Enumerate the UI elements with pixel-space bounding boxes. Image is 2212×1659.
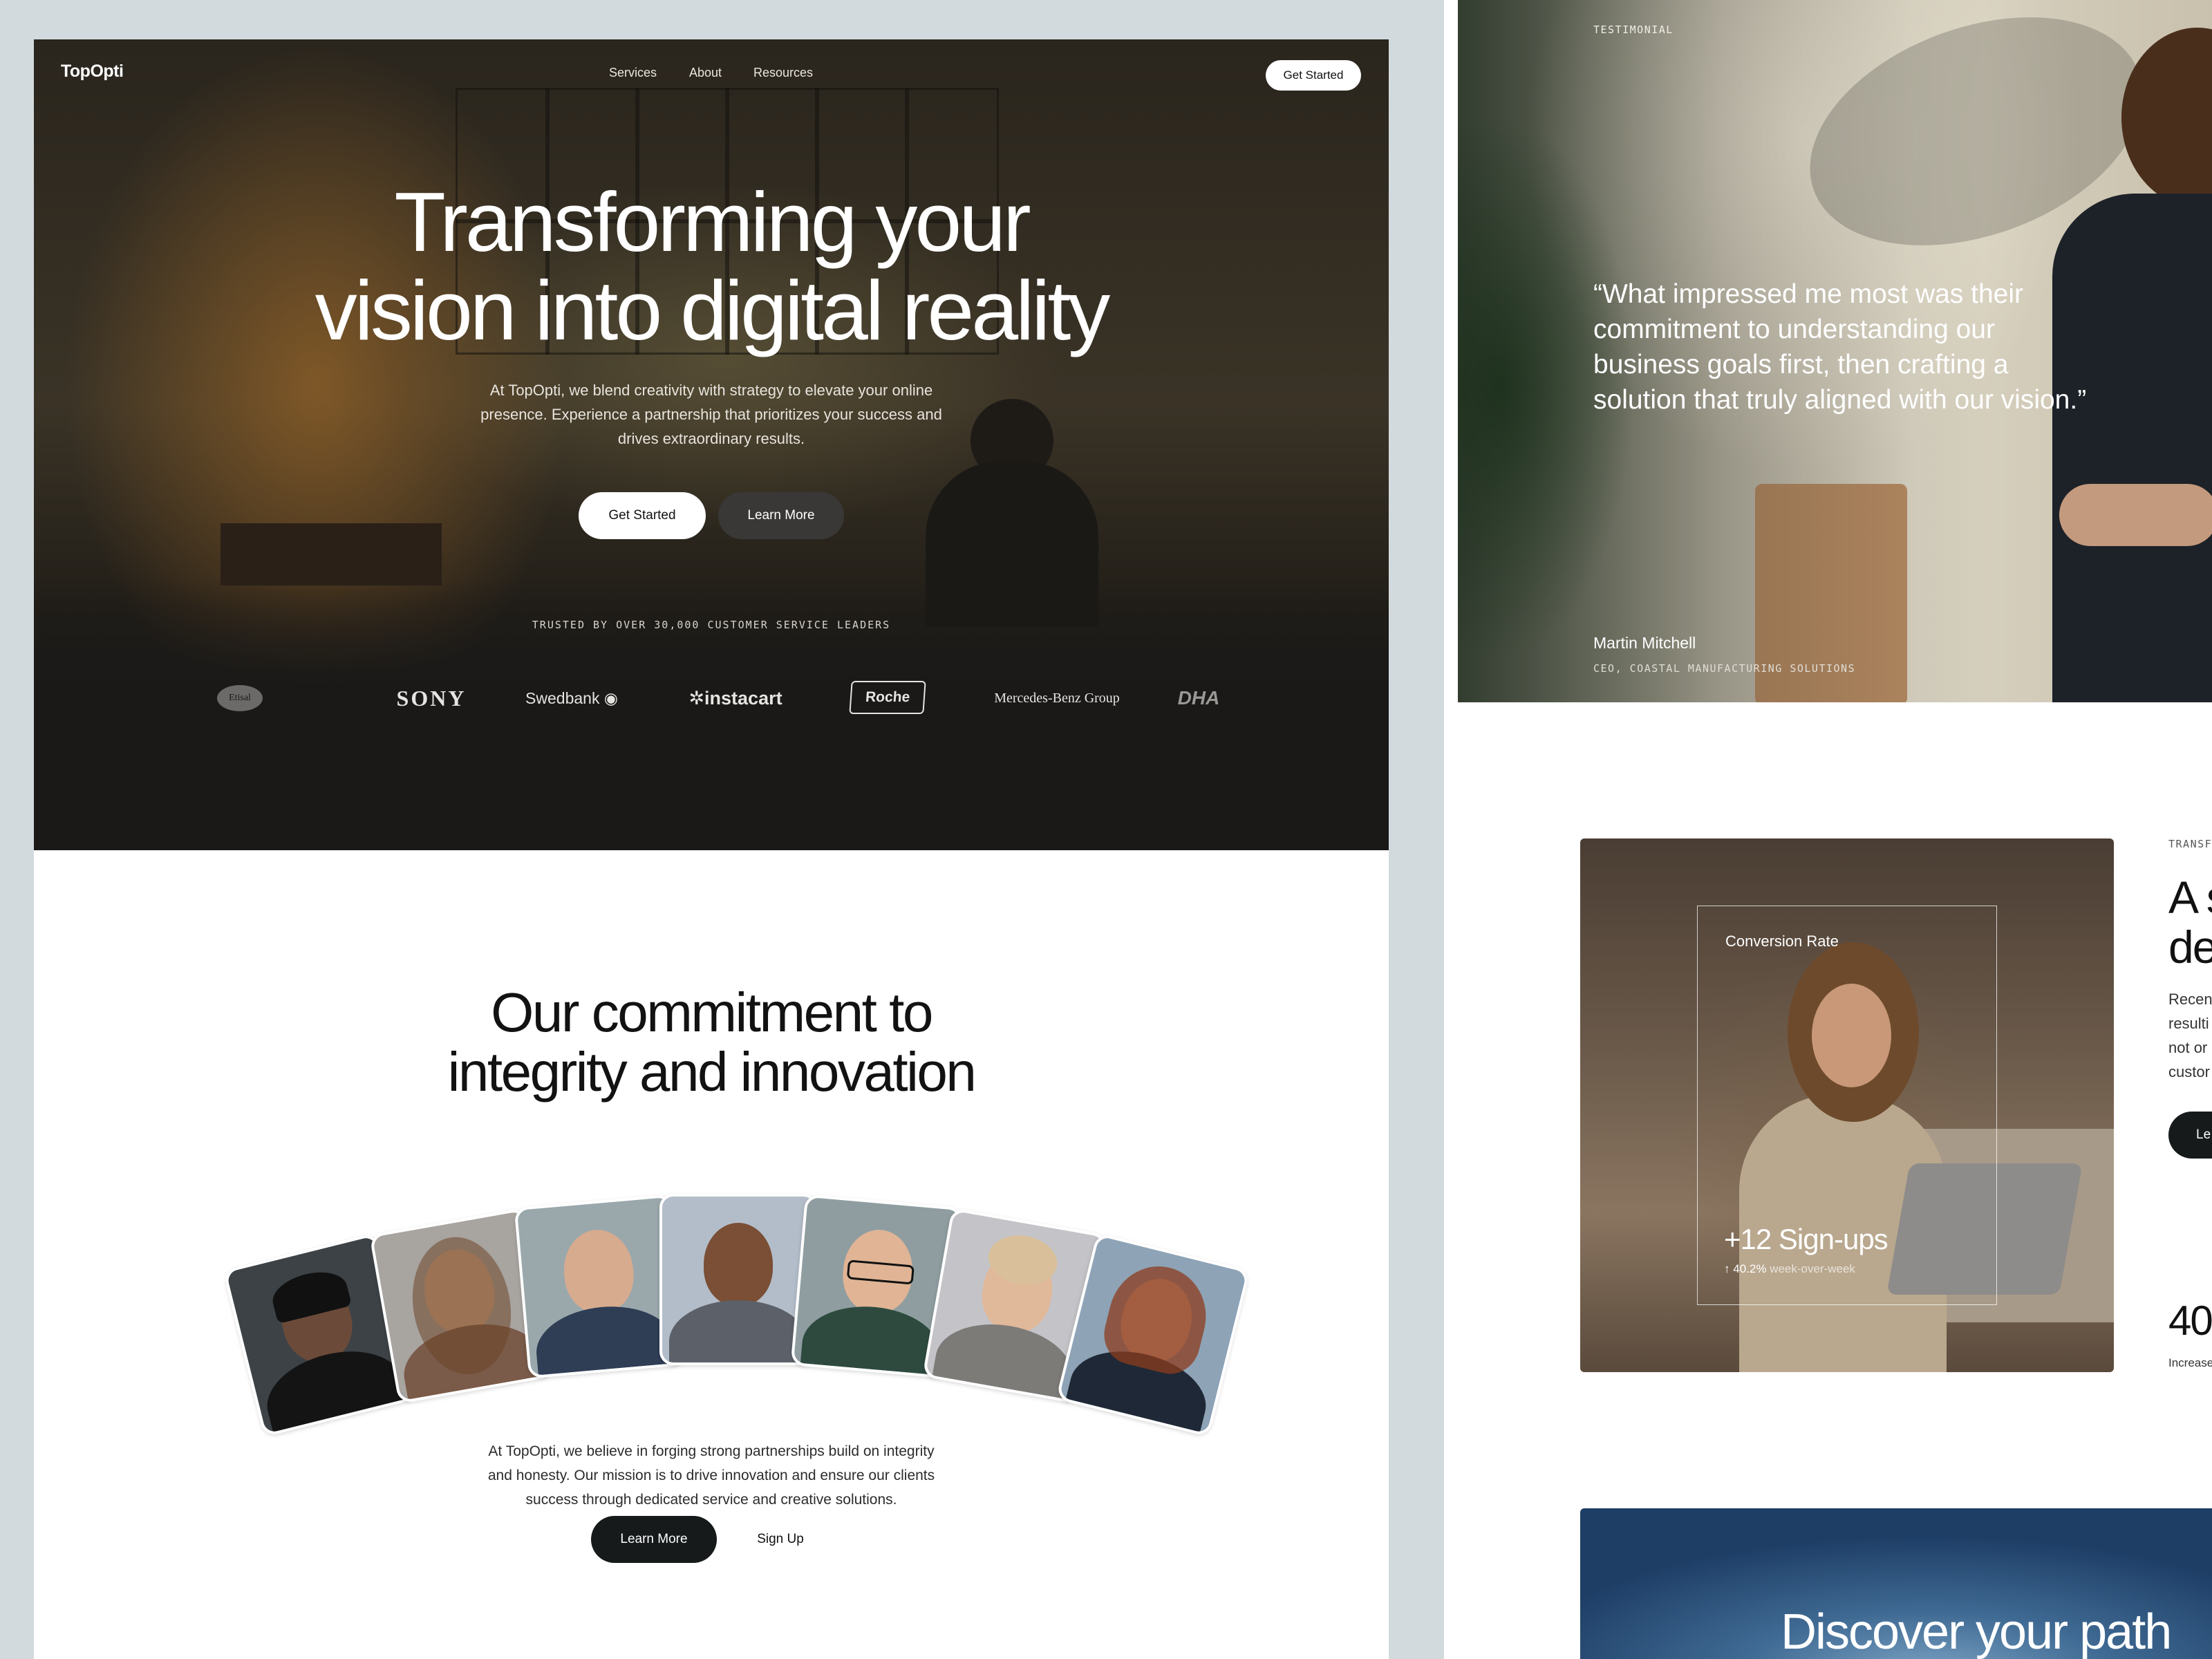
delta-percent: 40.2% [1733,1262,1767,1275]
roche-logo: Roche [839,681,936,715]
instacart-logo: ✲instacart [656,681,815,715]
testimonial-tag: TESTIMONIAL [1593,24,1674,36]
team-photo-arc [200,1173,1264,1463]
commitment-sign-up-button[interactable]: Sign Up [739,1516,822,1563]
testimonial-quote: “What impressed me most was their commit… [1593,276,2133,418]
hero-title-line: vision into digital reality [315,263,1111,357]
transform-description: Recen resulti not or custor [2168,987,2212,1084]
quote-line: business goals first, then crafting a [1593,350,2009,379]
etisalat-logo-text: Etisal [217,685,263,711]
swedbank-oak-icon: ◉ [603,689,618,707]
hero-get-started-button[interactable]: Get Started [579,492,706,539]
sign-ups-delta: ↑ 40.2% week-over-week [1724,1262,1855,1276]
transform-text-line: custor [2168,1063,2210,1080]
sign-ups-value: +12 Sign-ups [1724,1223,1888,1255]
hero-subtitle: At TopOpti, we blend creativity with str… [435,378,988,451]
nav-about[interactable]: About [689,66,722,80]
hero-subtitle-line: presence. Experience a partnership that … [480,406,942,423]
commitment-description: At TopOpti, we believe in forging strong… [449,1439,974,1512]
arrow-up-icon: ↑ [1724,1262,1730,1275]
transform-tag: TRANSF [2168,838,2212,850]
growth-photo: Conversion Rate +12 Sign-ups ↑ 40.2% wee… [1580,838,2114,1372]
hero-subtitle-line: At TopOpti, we blend creativity with str… [489,382,933,399]
roche-logo-text: Roche [849,681,926,714]
commitment-text-line: success through dedicated service and cr… [525,1492,897,1508]
conversion-rate-title: Conversion Rate [1725,932,1839,950]
transform-learn-more-button[interactable]: Le [2168,1112,2212,1159]
hero-learn-more-button[interactable]: Learn More [718,492,844,539]
commitment-text-line: and honesty. Our mission is to drive inn… [487,1468,935,1483]
transform-title: A s de [2168,872,2212,972]
trusted-by-label: TRUSTED BY OVER 30,000 CUSTOMER SERVICE … [532,619,891,631]
mercedes-benz-group-logo: Mercedes-Benz Group [994,691,1120,706]
discover-banner: Discover your path [1580,1508,2212,1659]
etisalat-logo: Etisal [215,681,265,715]
commitment-text-line: At TopOpti, we believe in forging strong… [488,1443,935,1459]
discover-title: Discover your path [1781,1604,2172,1659]
transform-title-line: A s [2168,872,2212,923]
transform-title-line: de [2168,921,2212,973]
nav-resources[interactable]: Resources [753,66,813,80]
testimonial-section: TESTIMONIAL “What impressed me most was … [1458,0,2212,702]
hero-section: TopOpti Services About Resources Get Sta… [34,39,1389,850]
delta-period: week-over-week [1770,1262,1855,1275]
commitment-title: Our commitment to integrity and innovati… [158,983,1264,1102]
secondary-page-preview: TESTIMONIAL “What impressed me most was … [1444,0,2212,1659]
carrot-icon: ✲ [688,688,705,709]
brand-logo[interactable]: TopOpti [61,62,124,82]
commitment-learn-more-button[interactable]: Learn More [591,1516,717,1563]
hero-subtitle-line: drives extraordinary results. [617,430,805,447]
hero-title-line: Transforming your [394,175,1031,269]
conversion-rate-card: Conversion Rate +12 Sign-ups ↑ 40.2% wee… [1697,906,1997,1305]
sony-logo: SONY [396,686,467,711]
dha-logo: DHA [1177,687,1220,709]
testimonial-author-name: Martin Mitchell [1593,634,1696,652]
nav-services[interactable]: Services [609,66,657,80]
testimonial-author-role: CEO, COASTAL MANUFACTURING SOLUTIONS [1593,662,1856,675]
quote-line: solution that truly aligned with our vis… [1593,385,2087,415]
commitment-title-line: integrity and innovation [447,1041,977,1103]
nav-get-started-button[interactable]: Get Started [1266,60,1361,91]
transform-text-line: Recen [2168,991,2212,1008]
transform-stat-label: Increase [2168,1356,2212,1369]
quote-line: “What impressed me most was their [1593,279,2024,309]
transform-text-line: not or [2168,1039,2208,1056]
instacart-logo-text: instacart [704,688,782,709]
commitment-title-line: Our commitment to [491,982,933,1043]
swedbank-logo: Swedbank ◉ [496,681,648,715]
landing-page-preview: TopOpti Services About Resources Get Sta… [34,39,1389,1659]
swedbank-logo-text: Swedbank [525,689,600,707]
hero-title: Transforming your vision into digital re… [158,178,1264,355]
quote-line: commitment to understanding our [1593,315,1995,344]
transform-stat-value: 40 [2168,1297,2212,1344]
transform-text-line: resulti [2168,1015,2209,1032]
